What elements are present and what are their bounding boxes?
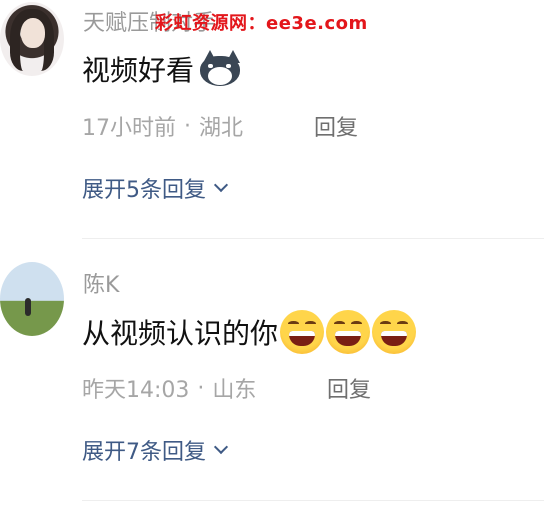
comment-time: 昨天14:03 (82, 378, 190, 403)
comment-item: 陈K 从视频认识的你 昨天14:03 · 山东 回复 展开7条回复 (0, 252, 544, 502)
divider (82, 500, 544, 501)
comment-time: 17小时前 (82, 116, 176, 141)
watermark-text: 彩虹资源网：ee3e.com (155, 13, 368, 34)
avatar[interactable] (0, 262, 64, 336)
avatar[interactable] (0, 2, 64, 76)
divider (82, 238, 544, 239)
comment-meta: 17小时前 · 湖北 (82, 110, 243, 142)
separator-dot: · (184, 113, 191, 139)
reply-button[interactable]: 回复 (314, 110, 358, 142)
laughing-emoji-icon (372, 310, 417, 354)
comment-location: 湖北 (199, 116, 244, 141)
laughing-emoji-icon (280, 310, 325, 354)
comment-item: 天赋压制对手 视频好看 17小时前 · 湖北 回复 展开5条回复 (0, 0, 544, 240)
expand-replies-link[interactable]: 展开7条回复 (82, 434, 229, 466)
comment-meta: 昨天14:03 · 山东 (82, 372, 256, 404)
separator-dot: · (197, 375, 205, 401)
husky-dog-emoji-icon (198, 50, 242, 88)
laughing-emoji-icon (326, 310, 371, 354)
comment-text: 视频好看 (82, 48, 242, 90)
comment-text: 从视频认识的你 (82, 310, 417, 354)
chevron-down-icon (213, 439, 229, 455)
expand-replies-link[interactable]: 展开5条回复 (82, 172, 229, 204)
expand-replies-label: 展开7条回复 (82, 440, 206, 465)
comment-text-body: 从视频认识的你 (82, 317, 279, 350)
comment-username[interactable]: 陈K (83, 267, 119, 299)
chevron-down-icon (213, 177, 229, 193)
expand-replies-label: 展开5条回复 (82, 178, 206, 203)
comment-location: 山东 (212, 378, 257, 403)
reply-button[interactable]: 回复 (327, 372, 371, 404)
comment-text-body: 视频好看 (82, 54, 195, 87)
